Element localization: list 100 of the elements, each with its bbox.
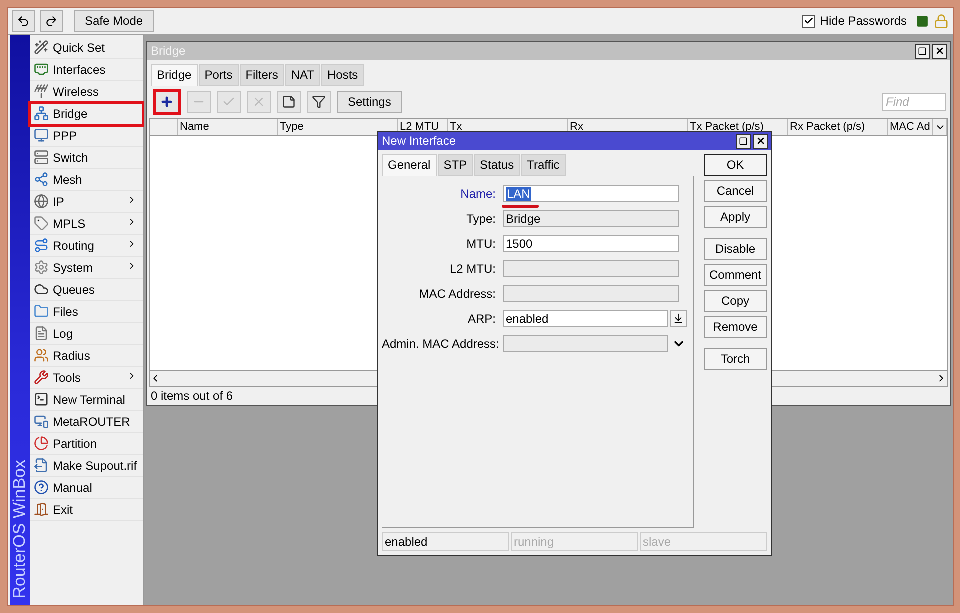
filter-icon	[312, 95, 326, 109]
maximize-button[interactable]	[736, 134, 751, 148]
input-field[interactable]	[503, 285, 679, 302]
menu-item[interactable]: MetaROUTER	[30, 411, 143, 433]
menu-icon	[34, 40, 49, 55]
hide-passwords-checkbox[interactable]	[802, 14, 816, 28]
items-count: 0 items out of 6	[150, 388, 234, 405]
menu-item[interactable]: System	[30, 257, 143, 279]
menu-item[interactable]: Bridge	[30, 103, 143, 125]
tab[interactable]: STP	[438, 154, 474, 176]
menu-item[interactable]: Switch	[30, 147, 143, 169]
menu-icon	[34, 62, 49, 77]
select-field[interactable]	[503, 335, 668, 352]
input-field[interactable]	[503, 260, 679, 277]
dialog-button[interactable]: OK	[704, 154, 767, 176]
menu-item[interactable]: Interfaces	[30, 59, 143, 81]
dialog-button[interactable]: Apply	[704, 206, 767, 228]
hide-passwords-label: Hide Passwords	[820, 14, 907, 28]
menu-item[interactable]: Manual	[30, 477, 143, 499]
status-cell: slave	[640, 532, 767, 551]
menu-item[interactable]: Mesh	[30, 169, 143, 191]
close-button[interactable]	[932, 44, 947, 58]
menu-icon	[34, 458, 49, 473]
undo-button[interactable]	[12, 10, 35, 32]
input-field[interactable]: Bridge	[503, 210, 679, 227]
menu-icon	[34, 150, 49, 165]
menu-icon	[34, 172, 49, 187]
close-button[interactable]	[753, 134, 768, 148]
field-label: MTU:	[466, 236, 497, 250]
menu-item[interactable]: PPP	[30, 125, 143, 147]
menu-item[interactable]: Partition	[30, 433, 143, 455]
menu-item[interactable]: Exit	[30, 499, 143, 521]
menu-icon	[34, 194, 49, 209]
dialog-button[interactable]: Cancel	[704, 180, 767, 202]
menu-icon	[34, 370, 49, 385]
menu-item[interactable]: MPLS	[30, 213, 143, 235]
menu-icon	[34, 436, 49, 451]
maximize-button[interactable]	[915, 44, 930, 58]
tab[interactable]: Bridge	[151, 64, 198, 86]
note-button[interactable]	[277, 91, 301, 113]
menu-item[interactable]: IP	[30, 191, 143, 213]
tab[interactable]: General	[382, 154, 437, 176]
undo-icon	[17, 14, 30, 28]
dialog-button[interactable]: Torch	[704, 348, 767, 370]
redo-icon	[45, 14, 58, 28]
dialog-button[interactable]: Disable	[704, 238, 767, 260]
add-button[interactable]	[153, 89, 181, 115]
menu-item[interactable]: Tools	[30, 367, 143, 389]
menu-icon	[34, 216, 49, 231]
menu-item[interactable]: Radius	[30, 345, 143, 367]
menu-item[interactable]: Wireless	[30, 81, 143, 103]
input-field[interactable]: 1500	[503, 235, 679, 252]
field-label: ARP:	[466, 312, 497, 326]
arrow-down-icon	[673, 313, 684, 324]
note-icon	[282, 95, 296, 109]
status-cell: running	[511, 532, 638, 551]
tab[interactable]: Traffic	[521, 154, 566, 176]
column-header[interactable]: Rx Packet (p/s)	[788, 119, 888, 135]
dialog-button[interactable]: Comment	[704, 264, 767, 286]
menu-icon	[34, 282, 49, 297]
menu-item[interactable]: Log	[30, 323, 143, 345]
tab[interactable]: Status	[474, 154, 520, 176]
menu-icon	[34, 304, 49, 319]
menu-icon	[34, 480, 49, 495]
select-field[interactable]: enabled	[503, 310, 668, 327]
tab[interactable]: Filters	[240, 64, 284, 86]
safe-mode-button[interactable]: Safe Mode	[74, 10, 154, 32]
lock-icon	[934, 14, 949, 28]
field-label: MAC Address:	[418, 286, 497, 300]
settings-button[interactable]: Settings	[337, 91, 402, 113]
tab[interactable]: Hosts	[321, 64, 364, 86]
redo-button[interactable]	[40, 10, 63, 32]
menu-item[interactable]: Quick Set	[30, 37, 143, 59]
cross-icon	[252, 95, 266, 109]
dialog-button[interactable]: Remove	[704, 316, 767, 338]
menu-icon	[34, 502, 49, 517]
status-cell: enabled	[382, 532, 509, 551]
menu-icon	[34, 414, 49, 429]
field-label: Admin. MAC Address:	[382, 336, 500, 350]
menu-icon	[34, 348, 49, 363]
banner-text: RouterOS WinBox	[10, 460, 30, 599]
column-header[interactable]: Name	[178, 119, 278, 135]
dialog-button[interactable]: Copy	[704, 290, 767, 312]
filter-button[interactable]	[307, 91, 331, 113]
find-field[interactable]: Find	[882, 93, 946, 111]
check-icon	[804, 16, 814, 26]
menu-item[interactable]: New Terminal	[30, 389, 143, 411]
dropdown-button[interactable]	[670, 310, 687, 327]
field-label: Name:	[460, 186, 497, 200]
menu-icon	[34, 392, 49, 407]
menu-item[interactable]: Files	[30, 301, 143, 323]
column-header[interactable]: MAC Ad	[888, 119, 933, 135]
menu-icon	[34, 238, 49, 253]
dialog-title: New Interface	[382, 134, 458, 148]
menu-item[interactable]: Queues	[30, 279, 143, 301]
menu-item[interactable]: Make Supout.rif	[30, 455, 143, 477]
tab[interactable]: Ports	[198, 64, 239, 86]
menu-icon	[34, 106, 49, 121]
tab[interactable]: NAT	[285, 64, 320, 86]
menu-item[interactable]: Routing	[30, 235, 143, 257]
